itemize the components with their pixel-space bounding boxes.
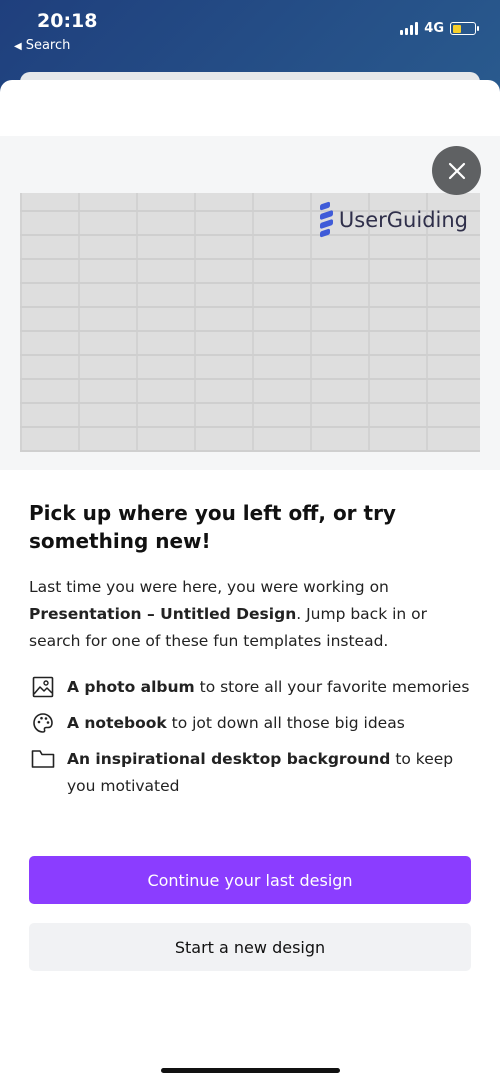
onboarding-modal: UserGuiding Pick up where you left off, …: [0, 80, 500, 1083]
continue-last-design-button[interactable]: Continue your last design: [29, 856, 471, 904]
start-new-design-button[interactable]: Start a new design: [29, 923, 471, 971]
signal-strength-icon: [400, 22, 419, 35]
suggestion-notebook: A notebook to jot down all those big ide…: [29, 710, 479, 737]
close-icon: [448, 162, 465, 179]
last-design-name: Presentation – Untitled Design: [29, 605, 297, 623]
suggestion-title: A notebook: [67, 714, 167, 732]
back-arrow-icon: ◀: [14, 41, 22, 52]
intro-text: Last time you were here, you were workin…: [29, 574, 471, 655]
battery-icon: [450, 22, 479, 35]
folder-icon: [29, 746, 57, 772]
network-type: 4G: [424, 21, 444, 36]
hero-image: UserGuiding: [20, 193, 480, 452]
suggestion-desc: to jot down all those big ideas: [166, 714, 405, 732]
intro-prefix: Last time you were here, you were workin…: [29, 578, 389, 596]
suggestion-desc: to store all your favorite memories: [194, 678, 470, 696]
clock: 20:18: [37, 10, 98, 32]
back-to-search-link[interactable]: ◀ Search: [14, 38, 70, 53]
brand-name: UserGuiding: [338, 207, 468, 232]
userguiding-logo-icon: [319, 201, 333, 238]
hero-area: UserGuiding: [0, 136, 500, 470]
suggestion-title: A photo album: [67, 678, 195, 696]
close-button[interactable]: [432, 146, 481, 195]
status-indicators: 4G: [400, 21, 479, 36]
suggestion-title: An inspirational desktop background: [67, 750, 391, 768]
suggestion-desktop-background: An inspirational desktop background to k…: [29, 746, 479, 800]
template-suggestions: A photo album to store all your favorite…: [29, 674, 479, 809]
headline: Pick up where you left off, or try somet…: [29, 501, 396, 553]
brand-logo: UserGuiding: [319, 201, 468, 238]
status-bar: 20:18 ◀ Search 4G: [0, 0, 500, 80]
home-indicator: [161, 1068, 340, 1073]
suggestion-photo-album: A photo album to store all your favorite…: [29, 674, 479, 701]
image-icon: [29, 674, 57, 700]
back-label: Search: [25, 38, 71, 53]
palette-icon: [29, 710, 57, 736]
